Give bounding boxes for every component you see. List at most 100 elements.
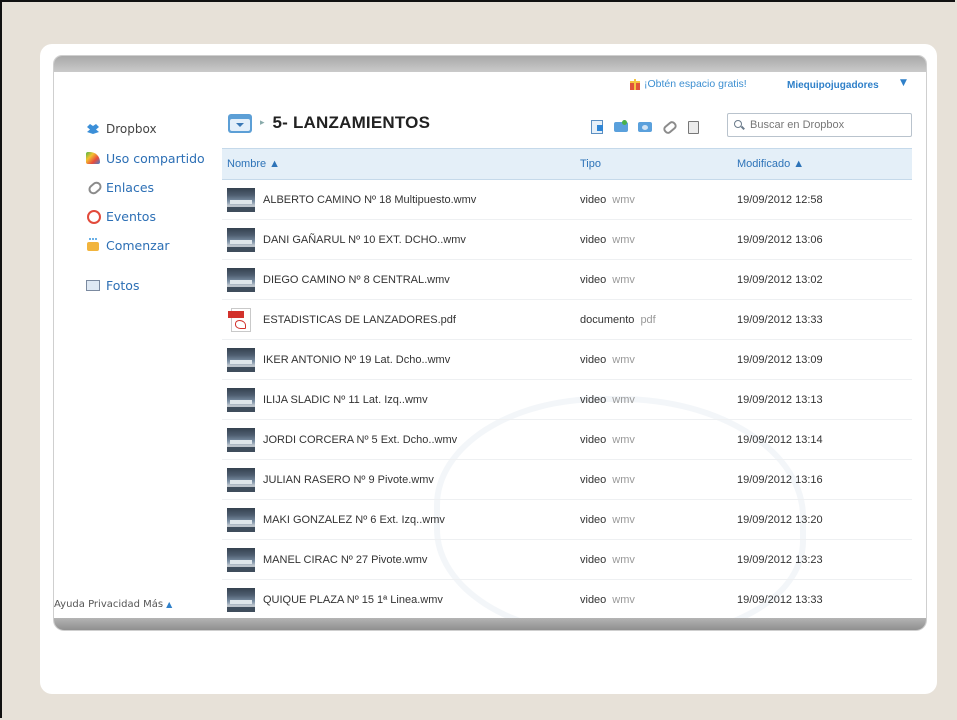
sidebar-item-label: Dropbox [106,122,157,136]
file-name[interactable]: DIEGO CAMINO Nº 8 CENTRAL.wmv [263,274,450,286]
delete-icon[interactable] [686,120,700,134]
dropbox-logo-icon [86,122,100,136]
file-ext: wmv [612,593,635,606]
file-table: Nombre ▲ Tipo Modificado ▲ ALBERTO CAMIN… [222,148,912,620]
sidebar-item-sharing[interactable]: Uso compartido [86,147,205,169]
share-folder-icon[interactable] [638,120,652,132]
shared-icon [86,151,100,165]
file-kind: video [580,193,607,206]
file-modified: 19/09/2012 13:33 [737,313,823,326]
file-ext: wmv [612,513,635,526]
window-top-bar [54,56,926,72]
sidebar-item-get-started[interactable]: Comenzar [86,234,205,256]
sidebar-item-label: Enlaces [106,179,155,195]
sidebar-item-photos[interactable]: Fotos [86,274,205,296]
video-thumbnail [227,267,255,292]
file-kind: video [580,433,607,446]
file-kind: video [580,233,607,246]
table-row[interactable]: IKER ANTONIO Nº 19 Lat. Dcho..wmv video w… [222,340,912,380]
table-row[interactable]: ILIJA SLADIC Nº 11 Lat. Izq..wmv video wm… [222,380,912,420]
free-space-label: ¡Obtén espacio gratis! [644,78,747,90]
folder-icon[interactable] [228,113,252,133]
table-row[interactable]: DIEGO CAMINO Nº 8 CENTRAL.wmv video wmv 1… [222,260,912,300]
file-modified: 19/09/2012 13:09 [737,353,823,366]
footer-links[interactable]: Ayuda Privacidad Más ▲ [54,599,172,610]
chevron-down-icon[interactable]: ▼ [900,78,907,88]
file-modified: 19/09/2012 13:06 [737,233,823,246]
table-header: Nombre ▲ Tipo Modificado ▲ [222,148,912,180]
table-row[interactable]: ALBERTO CAMINO Nº 18 Multipuesto.wmv vid… [222,180,912,220]
free-space-link[interactable]: ¡Obtén espacio gratis! [630,78,747,90]
file-ext: wmv [612,433,635,446]
upload-icon[interactable] [590,120,604,134]
video-thumbnail [227,187,255,212]
file-ext: wmv [612,273,635,286]
table-row[interactable]: MAKI GONZALEZ Nº 6 Ext. Izq..wmv video wm… [222,500,912,540]
page-title: 5- LANZAMIENTOS [272,113,431,132]
file-kind: video [580,273,607,286]
file-name[interactable]: ESTADISTICAS DE LANZADORES.pdf [263,314,456,326]
file-name[interactable]: ALBERTO CAMINO Nº 18 Multipuesto.wmv [263,194,476,206]
file-name[interactable]: MAKI GONZALEZ Nº 6 Ext. Izq..wmv [263,514,445,526]
search-icon [734,120,744,130]
sidebar-item-events[interactable]: Eventos [86,205,205,227]
file-kind: video [580,353,607,366]
footer-links-label: Ayuda Privacidad Más [54,599,164,610]
file-kind: video [580,473,607,486]
new-folder-icon[interactable] [614,120,628,132]
file-name[interactable]: JULIAN RASERO Nº 9 Pivote.wmv [263,474,434,486]
sidebar-item-label: Fotos [106,277,140,293]
video-thumbnail [227,387,255,412]
column-modified-header[interactable]: Modificado ▲ [737,158,912,170]
breadcrumb-separator: ▸ [260,118,265,128]
file-name[interactable]: QUIQUE PLAZA Nº 15 1ª Linea.wmv [263,594,443,606]
file-ext: wmv [612,473,635,486]
sidebar-item-dropbox[interactable]: Dropbox [86,118,205,140]
video-thumbnail [227,427,255,452]
table-row[interactable]: MANEL CIRAC Nº 27 Pivote.wmv video wmv 19… [222,540,912,580]
file-name[interactable]: ILIJA SLADIC Nº 11 Lat. Izq..wmv [263,394,428,406]
video-thumbnail [227,587,255,612]
file-modified: 19/09/2012 12:58 [737,193,823,206]
file-name[interactable]: JORDI CORCERA Nº 5 Ext. Dcho..wmv [263,434,457,446]
table-row[interactable]: QUIQUE PLAZA Nº 15 1ª Linea.wmv video wmv… [222,580,912,620]
file-ext: wmv [612,353,635,366]
video-thumbnail [227,467,255,492]
file-name[interactable]: DANI GAÑARUL Nº 10 EXT. DCHO..wmv [263,234,466,246]
toolbar [590,119,700,136]
column-name-header[interactable]: Nombre ▲ [222,158,580,170]
sidebar-item-label: Eventos [106,208,156,224]
events-icon [86,209,101,224]
video-thumbnail [227,507,255,532]
search-input[interactable]: Buscar en Dropbox [727,113,912,137]
chevron-up-icon: ▲ [166,600,173,609]
column-type-header[interactable]: Tipo [580,158,737,170]
breadcrumb: ▸ 5- LANZAMIENTOS [228,113,430,133]
table-row[interactable]: DANI GAÑARUL Nº 10 EXT. DCHO..wmv video w… [222,220,912,260]
video-thumbnail [227,547,255,572]
file-modified: 19/09/2012 13:02 [737,273,823,286]
sidebar-item-links[interactable]: Enlaces [86,176,205,198]
sidebar-item-label: Uso compartido [106,150,205,166]
get-started-icon [86,238,100,252]
video-thumbnail [227,227,255,252]
file-ext: wmv [612,233,635,246]
file-modified: 19/09/2012 13:16 [737,473,823,486]
account-menu[interactable]: Miequipojugadores [787,80,879,91]
sidebar: Dropbox Uso compartido Enlaces Eventos C… [86,118,205,303]
file-ext: wmv [612,393,635,406]
file-kind: video [580,513,607,526]
file-name[interactable]: IKER ANTONIO Nº 19 Lat. Dcho..wmv [263,354,450,366]
gift-icon [630,78,640,90]
dropbox-window: ¡Obtén espacio gratis! Miequipojugadores… [54,56,926,630]
link-icon[interactable] [661,119,679,136]
file-name[interactable]: MANEL CIRAC Nº 27 Pivote.wmv [263,554,427,566]
table-row[interactable]: ESTADISTICAS DE LANZADORES.pdf documento… [222,300,912,340]
table-row[interactable]: JORDI CORCERA Nº 5 Ext. Dcho..wmv video w… [222,420,912,460]
search-placeholder: Buscar en Dropbox [750,119,845,131]
file-ext: wmv [612,193,635,206]
table-row[interactable]: JULIAN RASERO Nº 9 Pivote.wmv video wmv 1… [222,460,912,500]
file-kind: video [580,553,607,566]
file-kind: documento [580,313,635,326]
file-modified: 19/09/2012 13:13 [737,393,823,406]
